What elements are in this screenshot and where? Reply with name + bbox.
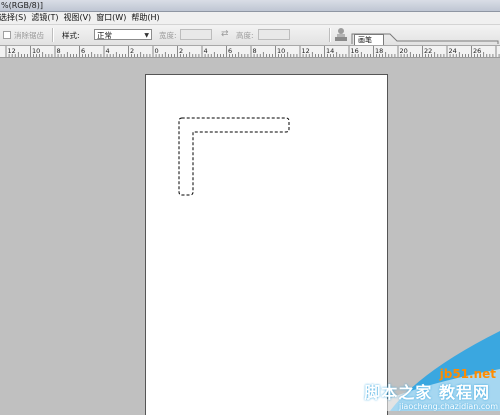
selection-marquee[interactable] — [146, 75, 387, 415]
options-divider-2 — [329, 28, 331, 42]
ruler-label: 8 — [57, 47, 61, 55]
style-label: 样式: — [62, 30, 80, 40]
ruler-label: 0 — [155, 47, 159, 55]
menu-help[interactable]: 帮助(H) — [131, 12, 164, 24]
menu-window[interactable]: 窗口(W) — [96, 12, 131, 24]
ruler-label: 12 — [8, 47, 16, 55]
antialias-checkbox[interactable] — [3, 31, 11, 39]
document-canvas[interactable] — [145, 74, 388, 415]
ruler-label: 10 — [277, 47, 285, 55]
style-select[interactable]: 正常 ▼ — [94, 29, 152, 40]
watermark-url: jiaocheng.chazidian.com — [398, 402, 498, 411]
style-select-value: 正常 — [97, 31, 112, 40]
height-label: 高度: — [236, 30, 254, 40]
watermark-text: 脚本之家 教程网 — [364, 383, 490, 402]
ruler-label: 10 — [32, 47, 40, 55]
ruler-label: 12 — [302, 47, 310, 55]
width-field[interactable] — [180, 29, 212, 40]
menu-filter[interactable]: 滤镜(T) — [31, 12, 63, 24]
ruler-label: 14 — [326, 47, 334, 55]
horizontal-ruler: 12 10 8 6 4 2 0 2 4 6 8 10 12 14 16 18 20 22 24 26 — [0, 46, 500, 58]
options-divider — [52, 28, 54, 42]
height-field[interactable] — [258, 29, 290, 40]
ruler-label: 24 — [449, 47, 457, 55]
antialias-option[interactable]: 消除锯齿 — [3, 25, 44, 45]
window-title: %(RGB/8)] — [1, 1, 43, 10]
ruler-label: 6 — [228, 47, 232, 55]
ruler-label: 6 — [81, 47, 85, 55]
ruler-ticks: 12 10 8 6 4 2 0 2 4 6 8 10 12 14 16 18 20 22 24 26 — [5, 46, 500, 57]
menu-view[interactable]: 视图(V) — [63, 12, 96, 24]
ruler-label: 22 — [424, 47, 432, 55]
ruler-label: 4 — [204, 47, 208, 55]
ruler-label: 18 — [375, 47, 383, 55]
swap-icon[interactable]: ⇄ — [221, 29, 229, 39]
ruler-label: 4 — [106, 47, 110, 55]
menu-bar: 选择(S) 滤镜(T) 视图(V) 窗口(W) 帮助(H) — [0, 12, 500, 25]
options-bar: 消除锯齿 样式: 正常 ▼ 宽度: ⇄ 高度: 画笔 — [0, 25, 500, 46]
antialias-label: 消除锯齿 — [14, 30, 44, 40]
ruler-label: 8 — [253, 47, 257, 55]
ruler-label: 20 — [400, 47, 408, 55]
workspace[interactable]: jb51.net 脚本之家 教程网 jiaocheng.chazidian.co… — [0, 58, 500, 415]
title-bar: %(RGB/8)] — [0, 0, 500, 12]
menu-select[interactable]: 选择(S) — [0, 12, 31, 24]
ruler-label: 26 — [473, 47, 481, 55]
ruler-label: 2 — [130, 47, 134, 55]
chevron-down-icon: ▼ — [144, 32, 149, 39]
ruler-label: 2 — [179, 47, 183, 55]
stamp-icon[interactable] — [334, 27, 348, 42]
palette-well: 画笔 — [350, 25, 500, 45]
ruler-label: 16 — [351, 47, 359, 55]
width-label: 宽度: — [159, 30, 177, 40]
watermark: jb51.net 脚本之家 教程网 jiaocheng.chazidian.co… — [360, 331, 500, 411]
tab-brushes[interactable]: 画笔 — [354, 34, 384, 45]
